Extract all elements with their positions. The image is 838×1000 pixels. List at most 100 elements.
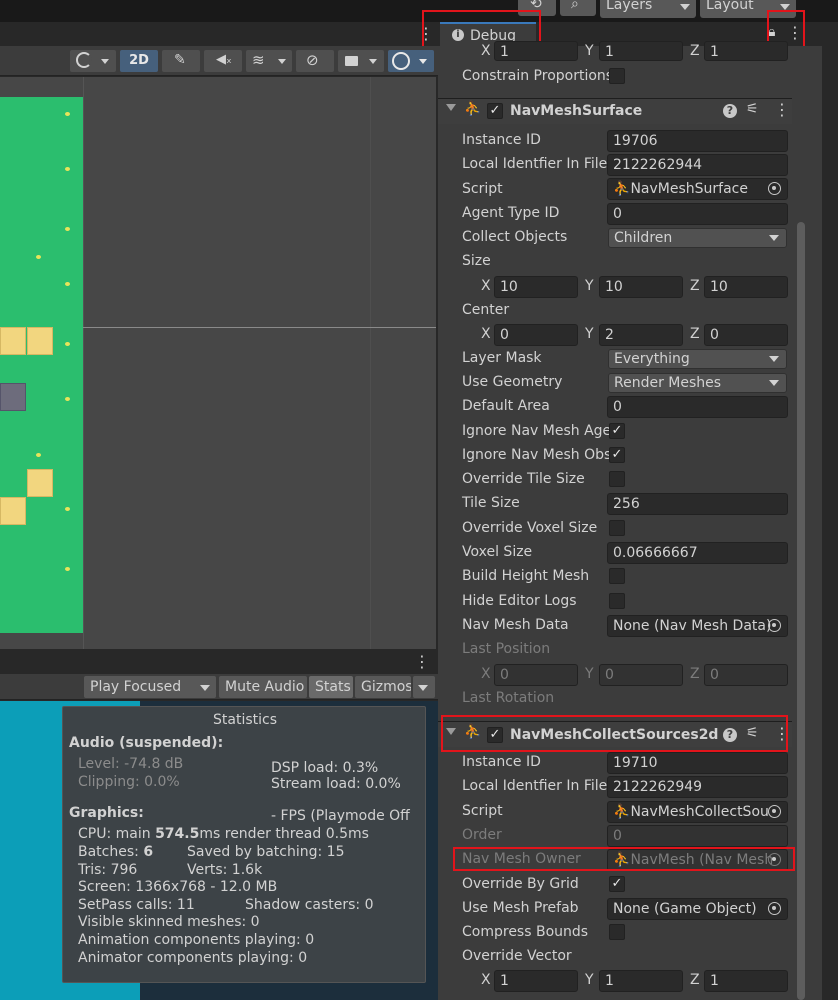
collect-local-identifier-field[interactable]: 2122262949 bbox=[607, 776, 788, 798]
flower-tile bbox=[36, 453, 41, 457]
center-x-field[interactable]: 0 bbox=[494, 324, 578, 346]
layer-mask-dropdown[interactable]: Everything bbox=[608, 349, 787, 369]
local-identifier-label: Local Identfier In File bbox=[462, 156, 608, 172]
default-area-field[interactable]: 0 bbox=[607, 396, 788, 418]
navmesh-component-icon: ⛹ bbox=[464, 101, 482, 117]
object-picker-icon[interactable] bbox=[768, 619, 781, 632]
draw-mode-button[interactable] bbox=[70, 50, 116, 72]
audio-clipping: Clipping: 0.0% bbox=[78, 774, 180, 790]
override-vector-x-field[interactable]: 1 bbox=[494, 970, 578, 992]
override-vector-z-field[interactable]: 1 bbox=[704, 970, 788, 992]
collect-local-identifier-label: Local Identfier In File bbox=[462, 778, 608, 794]
lighting-toggle-button[interactable]: ✎ bbox=[162, 50, 200, 72]
tile-size-field[interactable]: 256 bbox=[607, 493, 788, 515]
collect-objects-dropdown[interactable]: Children bbox=[608, 228, 787, 248]
size-x-field[interactable]: 10 bbox=[494, 276, 578, 298]
scale-x-field[interactable]: 1 bbox=[494, 41, 578, 61]
last-rotation-label: Last Rotation bbox=[462, 690, 555, 706]
verts-readout: Verts: 1.6k bbox=[187, 862, 263, 878]
grid-line-vertical bbox=[83, 77, 84, 649]
override-by-grid-checkbox[interactable]: ✓ bbox=[609, 876, 625, 892]
effects-dropdown[interactable]: ≋ bbox=[246, 50, 292, 72]
order-label: Order bbox=[462, 827, 502, 843]
hide-editor-logs-checkbox[interactable] bbox=[609, 593, 625, 609]
script-asset-icon: ⛹ bbox=[613, 804, 631, 820]
saved-by-batching: Saved by batching: 15 bbox=[187, 844, 345, 860]
voxel-size-label: Voxel Size bbox=[462, 544, 533, 560]
instance-id-field[interactable]: 19706 bbox=[607, 130, 788, 152]
size-y-field[interactable]: 10 bbox=[599, 276, 683, 298]
collect-script-field[interactable]: ⛹NavMeshCollectSou bbox=[607, 801, 788, 823]
build-height-mesh-checkbox[interactable] bbox=[609, 568, 625, 584]
inspector-scrollbar-thumb[interactable] bbox=[797, 222, 805, 1000]
constrain-proportions-label: Constrain Proportions bbox=[462, 68, 614, 84]
collect-instance-id-field[interactable]: 19710 bbox=[607, 752, 788, 774]
batches-readout: Batches: 6 bbox=[78, 844, 153, 860]
sand-tile bbox=[27, 327, 53, 355]
animator-components-readout: Animator components playing: 0 bbox=[78, 950, 308, 966]
local-identifier-field[interactable]: 2122262944 bbox=[607, 154, 788, 176]
ignore-nav-mesh-agent-label: Ignore Nav Mesh Age bbox=[462, 423, 612, 439]
search-button[interactable]: ⌕ bbox=[560, 0, 596, 16]
center-z-field[interactable]: 0 bbox=[704, 324, 788, 346]
mute-audio-button[interactable]: Mute Audio bbox=[219, 676, 307, 698]
flower-tile bbox=[65, 507, 70, 511]
override-tile-size-checkbox[interactable] bbox=[609, 471, 625, 487]
override-voxel-size-checkbox[interactable] bbox=[609, 520, 625, 536]
more-options-icon[interactable]: ⋮ bbox=[774, 100, 790, 119]
play-focused-label: Play Focused bbox=[90, 679, 182, 695]
object-picker-icon[interactable] bbox=[768, 902, 781, 915]
object-picker-icon[interactable] bbox=[768, 805, 781, 818]
voxel-size-field[interactable]: 0.06666667 bbox=[607, 542, 788, 564]
grass-tilemap bbox=[0, 97, 83, 633]
center-y-field[interactable]: 2 bbox=[599, 324, 683, 346]
last-position-x-field: 0 bbox=[494, 664, 578, 686]
agent-type-id-label: Agent Type ID bbox=[462, 205, 560, 221]
stats-button[interactable]: Stats bbox=[309, 676, 353, 698]
navmesh-surface-header[interactable]: ⛹ ✓ NavMeshSurface ? ⚟ ⋮ bbox=[438, 98, 792, 124]
presets-icon[interactable]: ⚟ bbox=[746, 101, 759, 117]
ignore-nav-mesh-agent-checkbox[interactable]: ✓ bbox=[609, 423, 625, 439]
gizmos-dropdown-arrow[interactable] bbox=[413, 676, 435, 698]
script-field[interactable]: ⛹NavMeshSurface bbox=[607, 178, 788, 200]
layers-stack-icon: ≋ bbox=[252, 51, 265, 69]
ignore-nav-mesh-obstacle-checkbox[interactable]: ✓ bbox=[609, 447, 625, 463]
audio-toggle-button[interactable]: ◀ₓ bbox=[204, 50, 242, 72]
batches-prefix: Batches: bbox=[78, 844, 144, 860]
use-mesh-prefab-field[interactable]: None (Game Object) bbox=[607, 898, 788, 920]
search-icon: ⌕ bbox=[571, 0, 579, 12]
more-options-icon[interactable]: ⋮ bbox=[414, 652, 430, 671]
gizmo-globe-icon bbox=[392, 52, 410, 70]
hide-editor-logs-label: Hide Editor Logs bbox=[462, 593, 577, 609]
scene-view[interactable] bbox=[0, 77, 436, 649]
scene-toolbar: 2D ✎ ◀ₓ ≋ ⊘ bbox=[0, 46, 438, 76]
scene-visibility-button[interactable]: ⊘ bbox=[296, 50, 334, 72]
graphics-header: Graphics: bbox=[69, 805, 144, 821]
gizmos-dropdown[interactable] bbox=[388, 50, 434, 72]
chevron-down-icon bbox=[278, 59, 286, 64]
navmesh-surface-enabled-checkbox[interactable]: ✓ bbox=[487, 103, 503, 119]
camera-settings-dropdown[interactable] bbox=[338, 50, 384, 72]
chevron-down-icon bbox=[769, 380, 779, 386]
cpu-prefix: CPU: main bbox=[78, 826, 156, 842]
gizmos-button[interactable]: Gizmos bbox=[355, 676, 411, 698]
scale-y-field[interactable]: 1 bbox=[599, 41, 683, 61]
help-icon[interactable]: ? bbox=[723, 104, 737, 118]
override-vector-y-field[interactable]: 1 bbox=[599, 970, 683, 992]
nav-mesh-data-field[interactable]: None (Nav Mesh Data) bbox=[607, 615, 788, 637]
compress-bounds-checkbox[interactable] bbox=[609, 924, 625, 940]
scale-z-field[interactable]: 1 bbox=[704, 41, 788, 61]
collect-objects-value: Children bbox=[614, 230, 673, 246]
foldout-arrow-icon[interactable] bbox=[446, 104, 456, 111]
agent-type-id-field[interactable]: 0 bbox=[607, 203, 788, 225]
camera-icon bbox=[345, 56, 358, 66]
object-picker-icon[interactable] bbox=[768, 182, 781, 195]
constrain-proportions-checkbox[interactable] bbox=[609, 68, 625, 84]
size-z-field[interactable]: 10 bbox=[704, 276, 788, 298]
layers-dropdown[interactable]: Layers bbox=[600, 0, 696, 18]
size-y-axis-label: Y bbox=[585, 278, 594, 294]
use-geometry-dropdown[interactable]: Render Meshes bbox=[608, 373, 787, 393]
toggle-2d-button[interactable]: 2D bbox=[120, 50, 158, 72]
play-focused-dropdown[interactable]: Play Focused bbox=[84, 676, 216, 698]
cpu-readout: CPU: main 574.5ms render thread 0.5ms bbox=[78, 826, 369, 842]
